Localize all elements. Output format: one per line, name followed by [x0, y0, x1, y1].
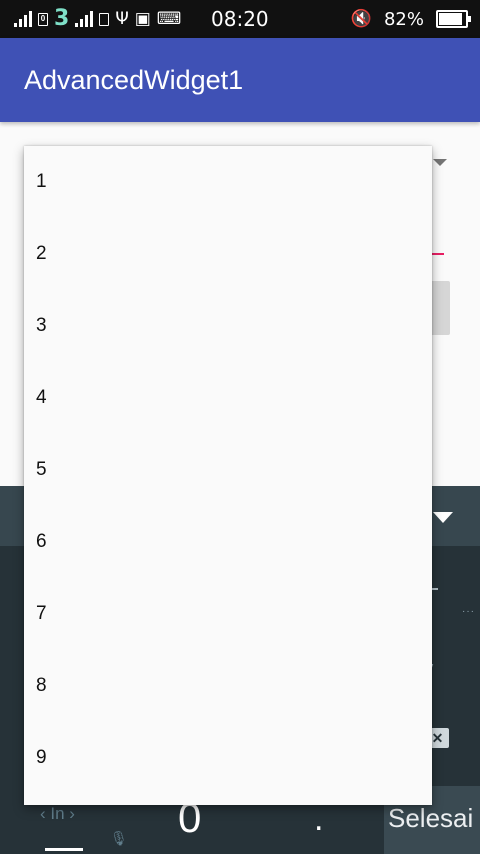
signal-icon [14, 11, 32, 27]
keyboard-icon: ⌨ [156, 9, 182, 29]
spinner-dropdown-list: 1 2 3 4 5 6 7 8 9 [24, 146, 432, 805]
sim-icon-2 [99, 12, 110, 26]
dropdown-item[interactable]: 9 [24, 722, 432, 794]
bbm-icon: ▣ [134, 9, 151, 29]
carrier-three-icon: 3 [54, 6, 70, 31]
status-bar: 0 3 Ψ ▣ ⌨ 08:20 🔇 82% [0, 0, 480, 38]
dropdown-item[interactable]: 6 [24, 506, 432, 578]
spinner-dropdown-arrow-icon[interactable] [433, 159, 447, 166]
battery-percent: 82% [383, 8, 424, 30]
period-key[interactable]: . [314, 800, 323, 839]
more-keys-icon[interactable]: ··· [462, 606, 475, 617]
sim-icon: 0 [38, 12, 48, 26]
usb-icon: Ψ [115, 9, 129, 29]
app-title: AdvancedWidget1 [24, 65, 244, 95]
microphone-icon[interactable]: 🎙 [110, 830, 128, 847]
dropdown-item[interactable]: 5 [24, 434, 432, 506]
dropdown-item[interactable]: 1 [24, 146, 432, 218]
dropdown-item[interactable]: 7 [24, 578, 432, 650]
language-switch-key[interactable]: ‹ In › [40, 804, 75, 824]
keyboard-collapse-icon[interactable] [433, 512, 453, 523]
signal-icon-2 [75, 11, 94, 27]
mute-icon: 🔇 [350, 9, 372, 29]
status-time: 08:20 [211, 7, 269, 31]
dropdown-item[interactable]: 3 [24, 290, 432, 362]
app-toolbar: AdvancedWidget1 [0, 38, 480, 122]
battery-icon [436, 10, 471, 28]
status-icons-left: 0 3 Ψ ▣ ⌨ [14, 0, 181, 38]
dropdown-item[interactable]: 4 [24, 362, 432, 434]
status-icons-right: 🔇 82% [350, 0, 471, 38]
dropdown-item[interactable]: 8 [24, 650, 432, 722]
screen: 0 3 Ψ ▣ ⌨ 08:20 🔇 82% AdvancedWidget1 ··… [0, 0, 480, 854]
space-key[interactable] [45, 848, 83, 851]
language-label: In [50, 804, 65, 823]
dropdown-item[interactable]: 2 [24, 218, 432, 290]
